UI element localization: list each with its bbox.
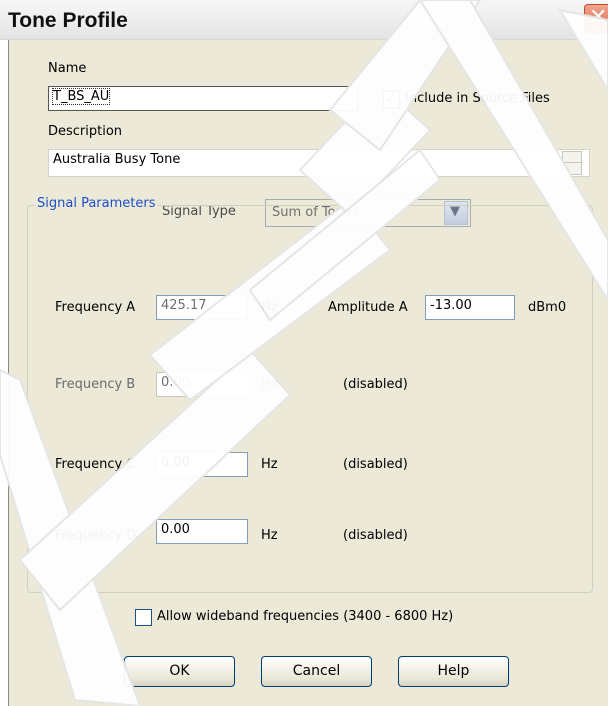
amplitude-a-input[interactable]: -13.00 bbox=[425, 295, 515, 320]
include-source-label: Include in Source Files bbox=[405, 91, 550, 106]
description-input[interactable]: Australia Busy Tone bbox=[48, 149, 590, 177]
frequency-a-unit: Hz bbox=[261, 300, 278, 315]
amplitude-a-value: -13.00 bbox=[430, 298, 472, 313]
signal-parameters-title: Signal Parameters bbox=[35, 196, 158, 211]
amplitude-a-unit: dBm0 bbox=[528, 300, 567, 315]
frequency-c-status: (disabled) bbox=[343, 457, 408, 472]
include-source-checkbox[interactable]: ✓ bbox=[383, 89, 400, 108]
description-value: Australia Busy Tone bbox=[53, 152, 181, 167]
frequency-a-label: Frequency A bbox=[55, 300, 136, 315]
frequency-b-input[interactable]: 0.00 bbox=[156, 372, 248, 397]
title-bar: Tone Profile ✕ bbox=[0, 0, 608, 40]
cancel-button[interactable]: Cancel bbox=[261, 656, 372, 687]
window-title: Tone Profile bbox=[8, 9, 128, 32]
amplitude-a-label: Amplitude A bbox=[328, 300, 408, 315]
frequency-a-input[interactable]: 425.17 bbox=[156, 295, 248, 320]
description-label: Description bbox=[48, 124, 123, 139]
ok-button[interactable]: OK bbox=[124, 656, 235, 687]
close-button[interactable]: ✕ bbox=[584, 4, 608, 33]
frequency-c-label: Frequency C bbox=[55, 457, 136, 472]
frequency-b-value: 0.00 bbox=[161, 375, 190, 390]
wideband-label: Allow wideband frequencies (3400 - 6800 … bbox=[157, 609, 454, 624]
help-button[interactable]: Help bbox=[398, 656, 509, 687]
frequency-b-status: (disabled) bbox=[343, 377, 408, 392]
checkmark-icon: ✓ bbox=[385, 89, 398, 107]
description-scrollbar[interactable] bbox=[562, 151, 582, 175]
frequency-d-unit: Hz bbox=[261, 528, 278, 543]
name-label: Name bbox=[48, 61, 87, 76]
frequency-d-input[interactable]: 0.00 bbox=[156, 519, 248, 544]
name-value: T_BS_AU bbox=[51, 88, 111, 105]
frequency-c-unit: Hz bbox=[261, 457, 278, 472]
frequency-c-value: 0.00 bbox=[161, 455, 190, 470]
frequency-b-unit: Hz bbox=[261, 377, 278, 392]
frequency-d-label: Frequency D bbox=[55, 528, 137, 543]
frequency-d-value: 0.00 bbox=[161, 522, 190, 537]
frequency-b-label: Frequency B bbox=[55, 377, 136, 392]
name-input[interactable]: T_BS_AU bbox=[48, 86, 358, 111]
frequency-c-input[interactable]: 0.00 bbox=[156, 452, 248, 477]
frequency-d-status: (disabled) bbox=[343, 528, 408, 543]
close-icon: ✕ bbox=[589, 5, 608, 30]
wideband-checkbox[interactable] bbox=[135, 609, 152, 626]
frequency-a-value: 425.17 bbox=[161, 298, 207, 313]
